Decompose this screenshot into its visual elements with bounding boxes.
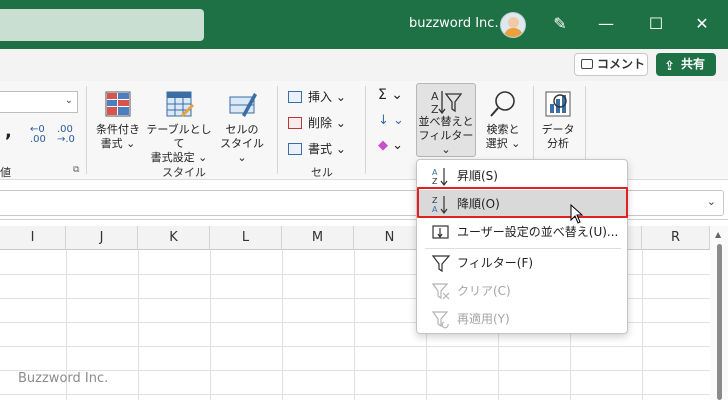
mouse-cursor-icon (570, 203, 584, 227)
column-header[interactable]: J (66, 226, 138, 250)
comment-icon (581, 59, 593, 69)
share-button[interactable]: ⇪ 共有 (656, 53, 716, 76)
maximize-icon[interactable]: ☐ (645, 13, 667, 35)
column-header[interactable]: M (282, 226, 354, 250)
comma-style-button[interactable]: , (5, 121, 12, 142)
minimize-icon[interactable]: — (595, 13, 617, 35)
sort-filter-menu: AZ 昇順(S) ZA 降順(O) ユーザー設定の並べ替え(U)... フィルタ… (416, 159, 628, 334)
pen-icon[interactable]: ✎ (549, 13, 571, 35)
expand-formula-icon[interactable]: ⌄ (707, 195, 716, 208)
account-name: buzzword Inc. (409, 16, 499, 31)
increase-decimal-button[interactable]: ←0 .00 (30, 125, 46, 145)
column-header[interactable]: R (642, 226, 710, 250)
share-icon: ⇪ (664, 59, 675, 74)
close-icon[interactable]: ✕ (691, 13, 713, 35)
cells-group-label: セル (311, 166, 333, 179)
number-group-label: 値 (0, 166, 11, 179)
format-icon (288, 143, 302, 155)
svg-text:A: A (431, 90, 439, 103)
dialog-launcher-icon[interactable]: ⧉ (73, 165, 79, 175)
scroll-up-icon[interactable]: ▲ (715, 230, 721, 239)
svg-text:Z: Z (431, 103, 439, 115)
avatar[interactable] (500, 12, 526, 38)
find-select-button[interactable]: 検索と 選択 ⌄ (477, 89, 529, 151)
menu-item-clear: クリア(C) (418, 277, 626, 305)
search-box[interactable] (0, 9, 204, 41)
menu-item-sort-ascending[interactable]: AZ 昇順(S) (418, 162, 626, 190)
highlight-box (417, 187, 628, 218)
cell-styles-icon (227, 89, 257, 119)
cell-styles-button[interactable]: セルの スタイル ⌄ (214, 89, 270, 165)
number-format-combo[interactable]: ⌄ (0, 91, 78, 113)
styles-group-label: スタイル (162, 166, 206, 179)
comment-button[interactable]: コメント (574, 53, 648, 76)
insert-icon (288, 91, 302, 103)
menu-item-custom-sort[interactable]: ユーザー設定の並べ替え(U)... (418, 218, 626, 246)
svg-text:A: A (432, 168, 438, 177)
eraser-icon: ◆ (378, 138, 388, 153)
sort-filter-button[interactable]: A Z 並べ替えと フィルター ⌄ (416, 83, 476, 157)
chevron-down-icon: ⌄ (64, 95, 73, 106)
table-style-icon (164, 89, 194, 119)
format-as-table-button[interactable]: テーブルとして 書式設定 ⌄ (144, 89, 214, 165)
reapply-icon (430, 305, 452, 340)
analyze-data-button[interactable]: データ 分析 (537, 89, 579, 151)
insert-cells-button[interactable]: 挿入 ⌄ (288, 88, 346, 105)
menu-item-reapply: 再適用(Y) (418, 305, 626, 333)
column-header[interactable]: I (0, 226, 66, 250)
column-header[interactable]: K (138, 226, 210, 250)
fill-button[interactable]: ↓ ⌄ (378, 113, 404, 128)
conditional-format-button[interactable]: 条件付き 書式 ⌄ (92, 89, 144, 151)
delete-cells-button[interactable]: 削除 ⌄ (288, 114, 346, 131)
magnifier-icon (488, 89, 518, 119)
conditional-format-icon (103, 89, 133, 119)
sort-filter-icon: A Z (417, 89, 475, 116)
autosum-button[interactable]: Σ ⌄ (378, 87, 403, 103)
column-header[interactable]: L (210, 226, 282, 250)
decrease-decimal-button[interactable]: .00 →.0 (57, 125, 75, 145)
vertical-scrollbar[interactable]: ▲ (710, 226, 728, 400)
delete-icon (288, 117, 302, 129)
analyze-data-icon (543, 89, 573, 119)
scroll-thumb[interactable] (717, 244, 722, 400)
clear-button[interactable]: ◆ ⌄ (378, 138, 403, 153)
watermark: Buzzword Inc. (18, 371, 109, 386)
format-cells-button[interactable]: 書式 ⌄ (288, 140, 346, 157)
svg-text:Z: Z (432, 177, 438, 186)
title-bar: buzzword Inc. ✎ — ☐ ✕ (0, 0, 728, 49)
menu-item-filter[interactable]: フィルター(F) (418, 249, 626, 277)
